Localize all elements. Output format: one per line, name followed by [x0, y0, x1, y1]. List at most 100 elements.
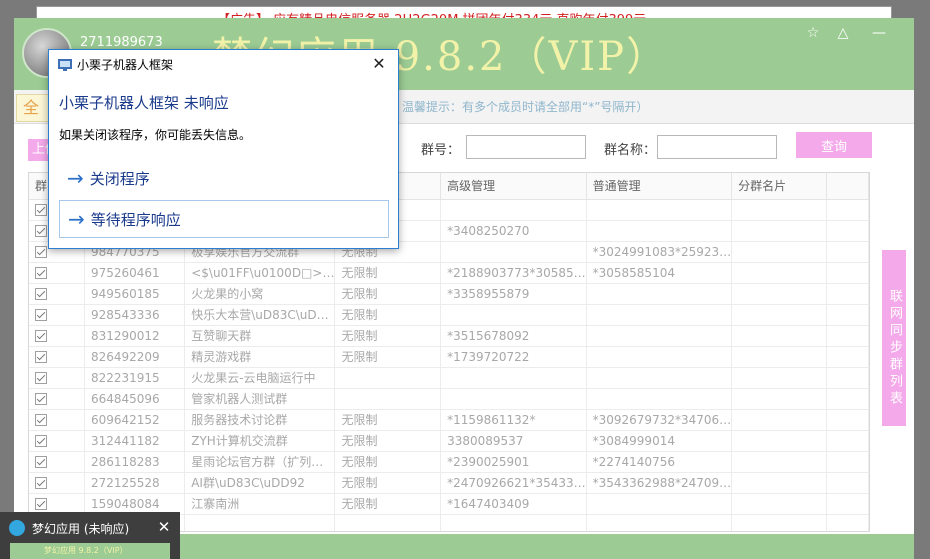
table-row[interactable]: 272125528 AI群\uD83C\uDD92 无限制 *2470926621*3…	[29, 472, 869, 494]
triangle-icon[interactable]: △	[830, 22, 856, 44]
cell-card	[731, 220, 828, 242]
row-checkbox[interactable]	[35, 309, 47, 321]
arrow-right-icon: →	[67, 166, 84, 190]
row-checkbox-cell[interactable]	[29, 430, 85, 452]
cell-extra	[826, 409, 869, 431]
cell-extra	[826, 241, 869, 263]
cell-extra	[826, 493, 869, 515]
cell-senior: *1159861132*	[440, 409, 587, 431]
cell-limit: 无限制	[334, 346, 442, 368]
taskbar-thumbnail[interactable]: 梦幻应用 (未响应) ✕ 梦幻应用 9.8.2（VIP）	[0, 512, 180, 559]
row-checkbox[interactable]	[35, 393, 47, 405]
cell-card	[731, 304, 828, 326]
row-checkbox-cell[interactable]	[29, 493, 85, 515]
cell-normal	[586, 388, 733, 410]
close-icon[interactable]: ✕	[367, 53, 391, 75]
sync-group-list-button[interactable]: 联网同步群列表	[882, 250, 906, 426]
table-row[interactable]: 822231915 火龙果云-云电脑运行中	[29, 367, 869, 389]
not-responding-dialog: 小栗子机器人框架 ✕ 小栗子机器人框架 未响应 如果关闭该程序，你可能丢失信息。…	[48, 49, 399, 249]
cell-senior	[440, 241, 587, 263]
cell-senior	[440, 367, 587, 389]
table-row[interactable]: 949560185 火龙果的小窝 无限制 *3358955879	[29, 283, 869, 305]
group-number-input[interactable]	[466, 135, 586, 159]
cell-id: 949560185	[84, 283, 186, 305]
table-row[interactable]: 831290012 互赞聊天群 无限制 *3515678092	[29, 325, 869, 347]
row-checkbox[interactable]	[35, 330, 47, 342]
cell-normal	[586, 199, 733, 221]
table-row[interactable]: 826492209 精灵游戏群 无限制 *1739720722	[29, 346, 869, 368]
cell-name: 江寨南洲	[184, 493, 336, 515]
window-preview[interactable]: 梦幻应用 9.8.2（VIP）	[10, 543, 170, 559]
cell-senior: *2390025901	[440, 451, 587, 473]
cell-extra	[826, 451, 869, 473]
cell-extra	[826, 472, 869, 494]
row-checkbox-cell[interactable]	[29, 346, 85, 368]
cell-card	[731, 493, 828, 515]
row-checkbox[interactable]	[35, 456, 47, 468]
row-checkbox-cell[interactable]	[29, 409, 85, 431]
cell-limit	[334, 388, 442, 410]
row-checkbox[interactable]	[35, 288, 47, 300]
cell-name: ZYH计算机交流群	[184, 430, 336, 452]
table-row[interactable]: 928543336 快乐大本营\uD83C\uD… 无限制	[29, 304, 869, 326]
row-checkbox[interactable]	[35, 351, 47, 363]
cell-limit	[334, 367, 442, 389]
row-checkbox[interactable]	[35, 267, 47, 279]
cell-id: 312441182	[84, 430, 186, 452]
column-header-senior-admin[interactable]: 高级管理	[440, 173, 587, 200]
close-icon[interactable]: ✕	[154, 516, 174, 538]
cell-name: 快乐大本营\uD83C\uD…	[184, 304, 336, 326]
row-checkbox-cell[interactable]	[29, 262, 85, 284]
cell-name: <$\u01FF\u0100D□>…	[184, 262, 336, 284]
column-header-card[interactable]: 分群名片	[731, 173, 828, 200]
row-checkbox[interactable]	[35, 246, 47, 258]
cell-card	[731, 346, 828, 368]
row-checkbox[interactable]	[35, 435, 47, 447]
star-icon[interactable]: ☆	[800, 22, 826, 44]
wait-response-button[interactable]: → 等待程序响应	[59, 200, 389, 238]
cell-id: 975260461	[84, 262, 186, 284]
row-checkbox-cell[interactable]	[29, 472, 85, 494]
row-checkbox[interactable]	[35, 204, 47, 216]
cell-extra	[826, 388, 869, 410]
dialog-heading: 小栗子机器人框架 未响应	[59, 94, 229, 112]
cell-extra	[826, 283, 869, 305]
table-row[interactable]: 286118283 星雨论坛官方群（扩列… 无限制 *2390025901 *22741…	[29, 451, 869, 473]
cell-card	[731, 388, 828, 410]
table-row[interactable]: 664845096 管家机器人测试群	[29, 388, 869, 410]
table-row[interactable]: 312441182 ZYH计算机交流群 无限制 3380089537 *30849990…	[29, 430, 869, 452]
cell-extra	[826, 325, 869, 347]
cell-name: 服务器技术讨论群	[184, 409, 336, 431]
row-checkbox-cell[interactable]	[29, 367, 85, 389]
row-checkbox-cell[interactable]	[29, 304, 85, 326]
cell-card	[731, 199, 828, 221]
cell-normal	[586, 325, 733, 347]
cell-name: 互赞聊天群	[184, 325, 336, 347]
row-checkbox[interactable]	[35, 477, 47, 489]
table-row[interactable]: 975260461 <$\u01FF\u0100D□>… 无限制 *218890377…	[29, 262, 869, 284]
table-row[interactable]: 609642152 服务器技术讨论群 无限制 *1159861132* *3092679…	[29, 409, 869, 431]
column-header-normal-admin[interactable]: 普通管理	[586, 173, 733, 200]
cell-normal: *3084999014	[586, 430, 733, 452]
row-checkbox[interactable]	[35, 225, 47, 237]
table-row[interactable]: 159048084 江寨南洲 无限制 *1647403409	[29, 493, 869, 515]
cell-card	[731, 367, 828, 389]
close-program-button[interactable]: → 关闭程序	[59, 160, 389, 198]
cell-card	[731, 514, 828, 531]
row-checkbox-cell[interactable]	[29, 283, 85, 305]
cell-card	[731, 262, 828, 284]
query-button[interactable]: 查询	[796, 132, 872, 158]
row-checkbox[interactable]	[35, 372, 47, 384]
row-checkbox-cell[interactable]	[29, 325, 85, 347]
cell-senior	[440, 514, 587, 531]
row-checkbox-cell[interactable]	[29, 388, 85, 410]
row-checkbox[interactable]	[35, 414, 47, 426]
cell-id: 664845096	[84, 388, 186, 410]
window-preview-title: 梦幻应用 9.8.2（VIP）	[44, 546, 128, 555]
minimize-icon[interactable]: —	[866, 22, 892, 44]
row-checkbox[interactable]	[35, 498, 47, 510]
cell-normal	[586, 304, 733, 326]
cell-card	[731, 430, 828, 452]
group-name-input[interactable]	[657, 135, 777, 159]
row-checkbox-cell[interactable]	[29, 451, 85, 473]
